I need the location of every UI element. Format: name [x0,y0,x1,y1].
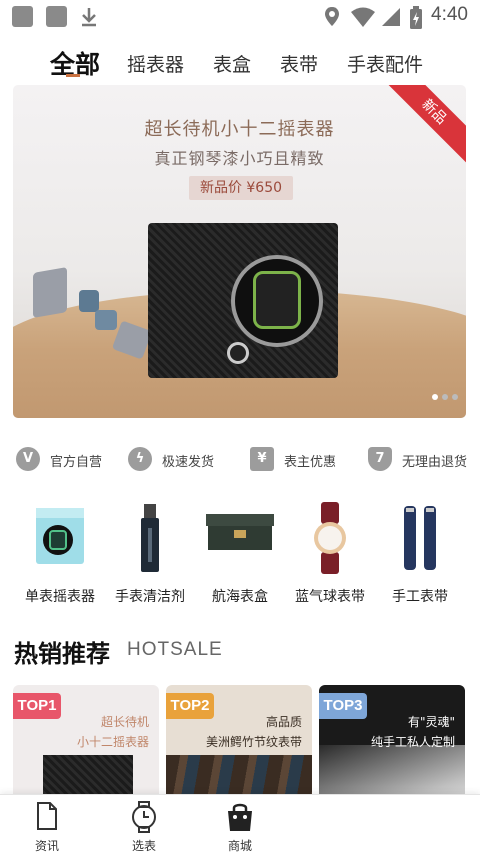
cellular-icon [382,8,400,26]
banner-stone [79,290,99,312]
watch-strap-icon [314,502,346,574]
banner-watch [253,271,301,329]
cleaner-bottle-icon [141,504,159,572]
nav-label: 选表 [131,839,156,853]
app-icon [46,6,67,27]
promo-banner[interactable]: 超长待机小十二摇表器 真正钢琴漆小巧且精致 新品价 ¥650 新品 [13,85,466,418]
yen-coupon-icon: ¥ [250,447,274,471]
feature-label: 表主优惠 [284,455,337,470]
rank-badge: TOP2 [166,693,214,719]
card-line-2: 纯手工私人定制 [370,735,455,749]
document-icon [37,802,57,830]
tab-watch-box[interactable]: 表盒 [213,50,251,77]
service-features: V 官方自营 ϟ 极速发货 ¥ 表主优惠 7 无理由退货 [0,446,480,474]
feature-label: 极速发货 [162,455,215,470]
seven-shield-icon: 7 [368,447,392,471]
watch-winder-icon [36,508,84,564]
carousel-dot[interactable] [442,394,448,400]
watch-icon [132,801,156,833]
wifi-icon [351,7,375,27]
bottom-navigation: 资讯 选表 商城 [0,794,480,853]
carousel-dots [428,385,458,404]
category-cleaner[interactable]: 手表清洁剂 [102,500,198,610]
card-line-2: 美洲鳄竹节纹表带 [205,735,302,749]
watch-box-icon [206,514,274,550]
section-subtitle: HOTSALE [127,639,223,660]
nav-mall[interactable]: 商城 [210,799,270,853]
category-label: 手表清洁剂 [115,589,185,605]
category-single-winder[interactable]: 单表摇表器 [12,500,108,610]
carousel-dot[interactable] [432,394,438,400]
card-line-1: 有"灵魂" [407,715,455,729]
download-icon [82,8,96,27]
feature-label: 无理由退货 [402,455,468,470]
leather-strap-icon [404,506,436,570]
nav-label: 商城 [227,839,252,853]
rank-badge: TOP3 [319,693,367,719]
nav-news[interactable]: 资讯 [17,799,77,853]
card-line-1: 高品质 [265,715,302,729]
battery-charging-icon [410,6,422,29]
shopping-bag-icon [228,803,252,831]
category-label: 手工表带 [392,589,448,605]
category-label: 蓝气球表带 [295,589,365,605]
banner-subtitle: 真正钢琴漆小巧且精致 [154,149,325,168]
active-tab-indicator [66,74,80,77]
nav-choose-watch[interactable]: 选表 [114,799,174,853]
category-tabs: 全部 摇表器 表盒 表带 手表配件 [0,40,480,86]
lightning-icon: ϟ [128,447,152,471]
banner-stone [95,310,117,330]
card-line-2: 小十二摇表器 [76,735,149,749]
hot-item-card[interactable]: TOP3 有"灵魂" 纯手工私人定制 [319,685,465,805]
app-icon [12,6,33,27]
tab-accessories[interactable]: 手表配件 [347,50,423,77]
tab-watch-winder[interactable]: 摇表器 [127,50,184,77]
banner-price-tag: 新品价 ¥650 [189,176,293,200]
category-label: 航海表盒 [212,589,268,605]
category-nautical-box[interactable]: 航海表盒 [192,500,288,610]
category-label: 单表摇表器 [25,589,95,605]
status-bar: 4:40 [0,0,480,34]
category-ballon-bleu-strap[interactable]: 蓝气球表带 [282,500,378,610]
banner-title: 超长待机小十二摇表器 [144,119,335,140]
banner-stone [33,267,67,318]
rank-badge: TOP1 [13,693,61,719]
card-line-1: 超长待机 [100,715,149,729]
carousel-dot[interactable] [452,394,458,400]
hot-item-card[interactable]: TOP1 超长待机 小十二摇表器 [13,685,159,805]
feature-label: 官方自营 [50,455,103,470]
hot-item-card[interactable]: TOP2 高品质 美洲鳄竹节纹表带 [166,685,312,805]
nav-label: 资讯 [34,839,59,853]
v-badge-icon: V [16,447,40,471]
banner-winder-knob [227,342,249,364]
status-time: 4:40 [431,4,468,25]
section-title: 热销推荐 [14,640,110,668]
category-handmade-strap[interactable]: 手工表带 [372,500,468,610]
location-icon [325,7,339,26]
tab-watch-strap[interactable]: 表带 [280,50,318,77]
